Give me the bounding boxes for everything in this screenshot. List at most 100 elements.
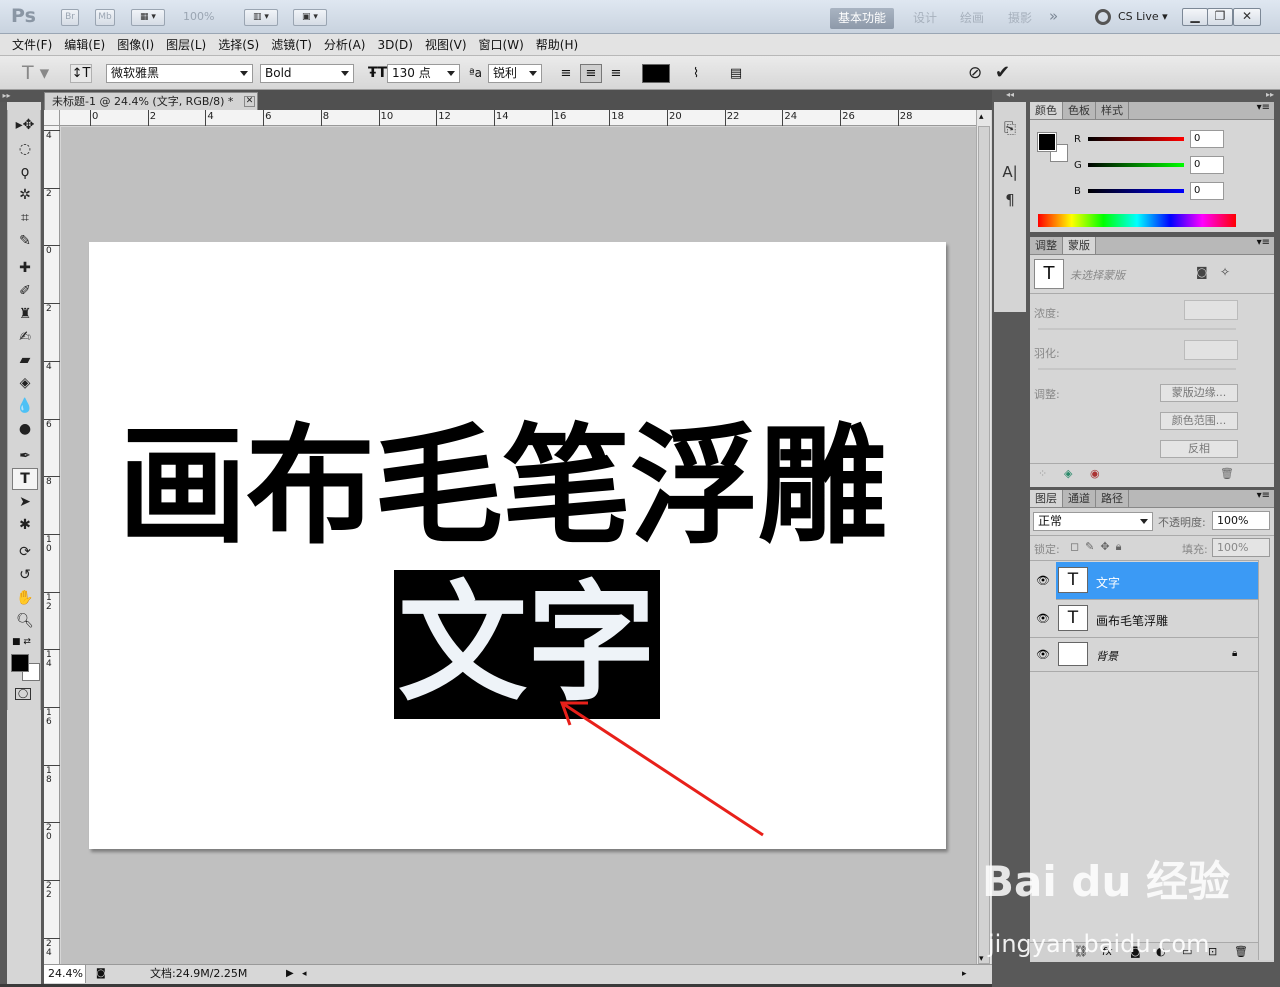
masks-panel-menu-icon[interactable]: ▾≡ [1257,237,1270,248]
restore-button[interactable]: ❐ [1207,8,1233,26]
layer-name-text[interactable]: 文字 [1096,574,1120,591]
text-color-swatch[interactable] [642,64,670,83]
document-tab[interactable]: 未标题-1 @ 24.4% (文字, RGB/8) * ✕ [44,92,258,110]
delete-mask-icon[interactable]: 🗑︎ [1220,467,1234,480]
menu-analysis[interactable]: 分析(A) [318,34,372,56]
status-info-icon[interactable]: ◙ [96,965,106,983]
dock-collapse-arrows[interactable]: ◂◂ [992,90,1028,102]
pen-tool-icon[interactable]: ✒ [12,445,38,467]
menu-view[interactable]: 视图(V) [419,34,473,56]
r-slider[interactable] [1088,137,1184,141]
align-left-icon[interactable]: ≡ [555,64,577,83]
workspace-essentials[interactable]: 基本功能 [830,8,895,29]
r-value[interactable]: 0 [1190,130,1224,148]
feather-field[interactable] [1184,340,1238,360]
tab-color[interactable]: 颜色 [1030,102,1063,119]
layer-name-title[interactable]: 画布毛笔浮雕 [1096,612,1168,629]
history-panel-icon[interactable]: ⎘ [1000,118,1020,138]
tab-layers[interactable]: 图层 [1030,490,1063,507]
scroll-up-arrow-icon[interactable]: ▴ [979,112,984,122]
menu-file[interactable]: 文件(F) [6,34,58,56]
blend-mode-select[interactable]: 正常 [1033,512,1153,531]
shape-tool-icon[interactable]: ✱ [12,514,38,536]
3d-orbit-tool-icon[interactable]: ↺ [12,564,38,586]
screen-view-button[interactable]: ▣ ▾ [293,9,327,26]
font-style-select[interactable]: Bold [260,64,354,83]
feather-slider[interactable] [1038,368,1236,370]
menu-layer[interactable]: 图层(L) [160,34,212,56]
arrange-documents-button[interactable]: ▥ ▾ [244,9,278,26]
cancel-edits-icon[interactable]: ⊘ [968,63,982,83]
vector-mask-icon[interactable]: ✧ [1220,265,1230,279]
cs-live-button[interactable]: CS Live ▾ [1118,10,1168,23]
tab-paths[interactable]: 路径 [1096,490,1129,507]
default-colors-icon[interactable]: ■ ⇄ [12,637,31,647]
minimize-button[interactable]: ▁ [1182,8,1208,26]
color-panel-menu-icon[interactable]: ▾≡ [1257,102,1270,113]
mini-bridge-button[interactable]: Mb [95,9,115,26]
hand-tool-icon[interactable]: ✋ [12,587,38,609]
character-panel-icon-dock[interactable]: A| [1000,162,1020,182]
menu-edit[interactable]: 编辑(E) [58,34,111,56]
foreground-color-swatch[interactable] [11,654,29,672]
hscroll-left-arrow-icon[interactable]: ◂ [302,965,307,983]
healing-brush-tool-icon[interactable]: ✚ [12,257,38,279]
horizontal-ruler[interactable]: 0 2 4 6 8 10 12 14 16 18 20 22 24 26 28 [60,110,976,126]
marquee-tool-icon[interactable]: ◌ [12,138,38,160]
paint-bucket-tool-icon[interactable]: ◈ [12,372,38,394]
font-size-select[interactable]: 130 点 [387,64,460,83]
ruler-origin[interactable] [44,110,60,126]
lasso-tool-icon[interactable]: ϙ [12,161,38,183]
density-slider[interactable] [1038,328,1236,330]
b-slider[interactable] [1088,189,1184,193]
canvas-text-line-1[interactable]: 画布毛笔浮雕 [118,412,887,562]
bridge-button[interactable]: Br [61,9,79,26]
blur-tool-icon[interactable]: 💧 [12,395,38,417]
panels-collapse-arrows[interactable]: ▸▸ [1266,90,1274,99]
layer-visibility-eye-icon[interactable]: 👁︎ [1036,648,1050,661]
workspace-painting[interactable]: 绘画 [952,8,992,29]
menu-select[interactable]: 选择(S) [212,34,265,56]
antialias-select[interactable]: 锐利 [488,64,542,83]
history-brush-tool-icon[interactable]: ✍ [12,326,38,348]
tab-adjustments[interactable]: 调整 [1030,237,1063,254]
path-selection-tool-icon[interactable]: ➤ [12,491,38,513]
close-tab-icon[interactable]: ✕ [244,96,255,107]
tab-swatches[interactable]: 色板 [1063,102,1096,119]
align-right-icon[interactable]: ≡ [605,64,627,83]
vertical-scrollbar[interactable]: ▴ ▾ [976,110,991,964]
status-menu-arrow-icon[interactable]: ▶ [286,965,294,983]
pixel-mask-icon[interactable]: ◙ [1196,265,1208,279]
menu-image[interactable]: 图像(I) [111,34,160,56]
crop-tool-icon[interactable]: ⌗ [12,207,38,229]
scrollbar-thumb[interactable] [978,126,990,964]
layers-panel-menu-icon[interactable]: ▾≡ [1257,490,1270,501]
eyedropper-tool-icon[interactable]: ✎ [12,230,38,252]
layers-scrollbar[interactable] [1258,560,1274,960]
clone-stamp-tool-icon[interactable]: ♜ [12,303,38,325]
color-spectrum-bar[interactable] [1038,214,1236,227]
g-value[interactable]: 0 [1190,156,1224,174]
zoom-field[interactable]: 24.4% [44,965,86,983]
dodge-tool-icon[interactable]: ● [12,418,38,440]
workspace-photography[interactable]: 摄影 [1000,8,1040,29]
density-field[interactable] [1184,300,1238,320]
scroll-down-arrow-icon[interactable]: ▾ [979,954,984,964]
character-panel-icon[interactable]: ▤ [725,64,747,83]
delete-layer-icon[interactable]: 🗑︎ [1234,945,1248,958]
close-button[interactable]: ✕ [1233,8,1261,26]
menu-window[interactable]: 窗口(W) [473,34,530,56]
tab-styles[interactable]: 样式 [1096,102,1129,119]
font-family-select[interactable]: 微软雅黑 [106,64,253,83]
menu-help[interactable]: 帮助(H) [530,34,584,56]
type-tool-icon[interactable]: T [12,468,38,490]
3d-rotate-tool-icon[interactable]: ⟳ [12,541,38,563]
brush-tool-icon[interactable]: ✐ [12,280,38,302]
quick-mask-icon[interactable]: ◯ [15,688,31,700]
toolbox-collapse-bar[interactable]: ▸▸ [0,90,44,102]
apply-mask-icon[interactable]: ◈ [1064,467,1072,480]
menu-filter[interactable]: 滤镜(T) [265,34,318,56]
screen-mode-button[interactable]: ▦ ▾ [131,9,165,26]
zoom-tool-icon[interactable]: 🔍︎ [12,610,38,632]
eraser-tool-icon[interactable]: ▰ [12,349,38,371]
